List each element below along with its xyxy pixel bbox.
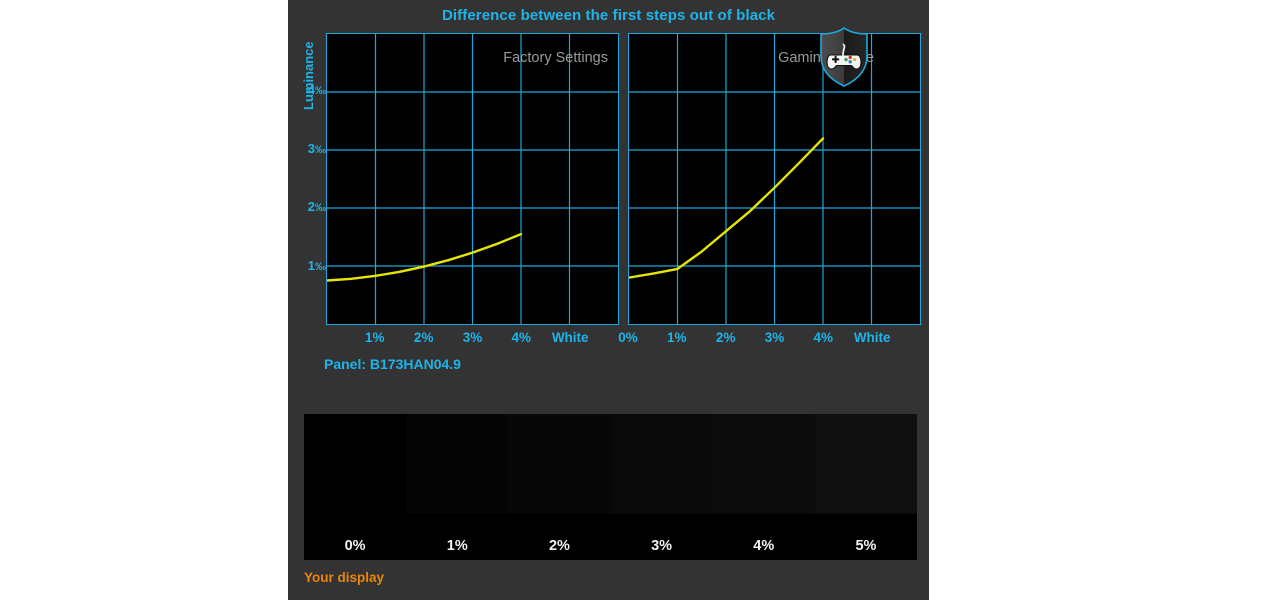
screenshot-root: Difference between the first steps out o… xyxy=(0,0,1280,600)
chart-gaming-profile: Gaming Profile xyxy=(628,33,921,325)
x-tick-label: White xyxy=(551,330,589,345)
x-axis-tick-labels-right: 0% 1% 2% 3% 4% White xyxy=(618,330,921,350)
gradient-swatch-label: 4% xyxy=(753,538,775,554)
chart-factory-settings: Factory Settings xyxy=(326,33,619,325)
y-tick-label: 4‰ xyxy=(307,82,326,98)
measurement-panel: Difference between the first steps out o… xyxy=(288,0,929,600)
x-tick-label: 4% xyxy=(813,330,834,345)
gradient-swatch: 5% xyxy=(814,414,918,560)
x-tick-label: 0% xyxy=(618,330,638,345)
gradient-swatch-label: 5% xyxy=(855,538,877,554)
black-level-gradient-strip: 0% 1% 2% 3% 4% 5% xyxy=(304,414,918,560)
luminance-curve-left xyxy=(327,232,523,282)
x-tick-label: 2% xyxy=(413,330,434,345)
gradient-swatch-label: 0% xyxy=(344,538,366,554)
x-tick-label: 1% xyxy=(365,330,385,345)
gaming-shield-icon xyxy=(820,27,868,87)
x-axis-tick-labels-left: 1% 2% 3% 4% White xyxy=(326,330,619,350)
gradient-swatch-label: 1% xyxy=(446,538,468,554)
gradient-swatch: 1% xyxy=(406,414,509,560)
chart-label-factory-settings: Factory Settings xyxy=(503,50,608,66)
display-caption: Your display xyxy=(304,570,385,585)
page-title: Difference between the first steps out o… xyxy=(441,7,776,24)
gradient-swatch: 3% xyxy=(610,414,713,560)
y-tick-label: 3‰ xyxy=(307,140,326,156)
x-tick-label: 3% xyxy=(462,330,483,345)
x-tick-label: 3% xyxy=(764,330,785,345)
gradient-swatch: 2% xyxy=(508,414,611,560)
panel-model-label: Panel: B173HAN04.9 xyxy=(324,356,461,372)
x-tick-label: White xyxy=(853,330,891,345)
y-tick-label: 1‰ xyxy=(307,257,326,273)
gradient-swatch: 0% xyxy=(304,414,407,560)
x-tick-label: 2% xyxy=(715,330,736,345)
x-tick-label: 4% xyxy=(511,330,532,345)
gradient-swatch-label: 2% xyxy=(548,538,570,554)
luminance-curve-right xyxy=(629,137,825,279)
y-tick-label: 2‰ xyxy=(307,199,326,215)
x-tick-label: 1% xyxy=(667,330,687,345)
gradient-swatch: 4% xyxy=(712,414,815,560)
gradient-swatch-label: 3% xyxy=(651,538,673,554)
